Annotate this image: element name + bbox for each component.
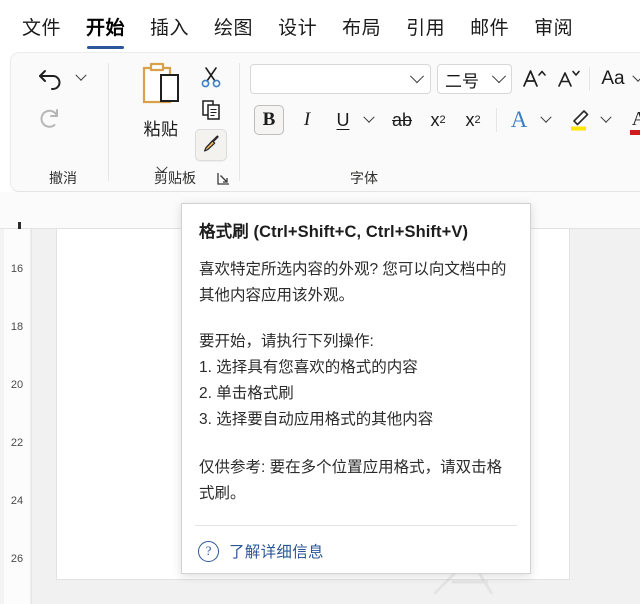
ribbon: 撤消 粘贴 剪贴板 二号 Aa B I U ab x 2 x 2 A A 字体 [10, 52, 640, 192]
chevron-down-icon [75, 69, 87, 81]
ribbon-tab-bar: 文件 开始 插入 绘图 设计 布局 引用 邮件 审阅 [0, 0, 640, 52]
tooltip-steps-intro: 要开始，请执行下列操作: [199, 333, 374, 350]
ribbon-group-font: 二号 Aa B I U ab x2 x 2 A A 字体 [241, 53, 640, 192]
tooltip-description: 喜欢特定所选内容的外观? 您可以向文档中的其他内容应用该外观。 [199, 261, 507, 304]
learn-more-label: 了解详细信息 [229, 544, 324, 561]
paste-button[interactable]: 粘贴 [122, 59, 200, 163]
group-divider [239, 63, 240, 181]
chevron-down-icon [632, 70, 640, 82]
undo-dropdown-button[interactable] [71, 67, 91, 89]
tooltip-note: 仅供参考: 要在多个位置应用格式，请双击格式刷。 [199, 459, 503, 502]
ruler-mark: 24 [10, 495, 24, 507]
tooltip-step: 2. 单击格式刷 [199, 385, 294, 402]
group-label-undo: 撤消 [49, 170, 77, 186]
underline-dropdown-button[interactable] [360, 111, 378, 129]
paintbrush-icon [203, 135, 219, 152]
strikethrough-button[interactable]: ab [387, 105, 417, 135]
redo-arrow-icon [40, 109, 58, 128]
superscript-index: 2 [474, 114, 481, 126]
font-color-button[interactable]: A [623, 105, 640, 139]
underline-button[interactable]: U [329, 105, 357, 135]
tab-home[interactable]: 开始 [86, 13, 125, 49]
group-label-font: 字体 [350, 170, 378, 186]
tab-draw[interactable]: 绘图 [214, 13, 253, 40]
tab-mailings[interactable]: 邮件 [470, 13, 509, 40]
highlighter-icon [571, 110, 589, 131]
tab-design[interactable]: 设计 [278, 13, 317, 40]
copy-button[interactable] [196, 95, 226, 125]
undo-button[interactable] [31, 61, 71, 97]
chevron-down-icon [540, 111, 552, 123]
toolbar-divider [496, 108, 497, 132]
ruler-mark: 22 [10, 437, 24, 449]
text-effects-button[interactable]: A [503, 105, 535, 135]
cut-button[interactable] [196, 62, 226, 92]
font-size-value: 二号 [445, 71, 479, 91]
font-name-input[interactable] [250, 64, 431, 94]
paste-label: 粘贴 [143, 120, 179, 139]
format-painter-tooltip: 格式刷 (Ctrl+Shift+C, Ctrl+Shift+V) 喜欢特定所选内… [181, 203, 531, 574]
tab-layout[interactable]: 布局 [342, 13, 381, 40]
tooltip-title: 格式刷 (Ctrl+Shift+C, Ctrl+Shift+V) [199, 223, 469, 241]
help-question-icon: ? [198, 540, 219, 562]
tab-file[interactable]: 文件 [22, 13, 61, 40]
text-effects-dropdown-button[interactable] [537, 111, 555, 129]
chevron-down-icon[interactable] [491, 69, 507, 84]
bold-button[interactable]: B [254, 105, 284, 135]
italic-button[interactable]: I [293, 105, 321, 135]
decrease-font-size-icon [558, 70, 580, 87]
font-color-swatch [629, 130, 640, 135]
ruler-mark: 20 [10, 379, 24, 391]
group-divider [108, 63, 109, 181]
ribbon-group-undo: 撤消 [17, 53, 109, 192]
subscript-base: x [430, 109, 440, 130]
subscript-button[interactable]: x2 [423, 105, 453, 135]
undo-arrow-icon [39, 70, 61, 90]
highlight-button[interactable] [563, 105, 595, 135]
format-painter-button[interactable] [195, 129, 227, 161]
change-case-button[interactable]: Aa [596, 64, 630, 94]
subscript-index: 2 [439, 114, 446, 126]
chevron-down-icon [363, 111, 375, 123]
toolbar-divider [589, 67, 590, 91]
ruler-mark: 16 [10, 263, 24, 275]
highlight-dropdown-button[interactable] [597, 111, 615, 129]
shrink-font-button[interactable] [553, 64, 583, 94]
chevron-down-icon[interactable] [409, 69, 425, 84]
scissors-icon [201, 67, 221, 88]
superscript-button[interactable]: x2 [458, 105, 488, 135]
ruler-mark: 18 [10, 321, 24, 333]
copy-icon [202, 100, 220, 120]
tooltip-divider [195, 525, 517, 526]
chevron-down-icon [600, 111, 612, 123]
increase-font-size-icon [523, 70, 546, 87]
change-case-dropdown-button[interactable] [630, 70, 640, 88]
grow-font-button[interactable] [519, 64, 549, 94]
redo-button[interactable] [31, 101, 71, 137]
font-color-letter: A [631, 108, 640, 130]
clipboard-icon [142, 62, 179, 104]
tooltip-steps-list: 1. 选择具有您喜欢的格式的内容 2. 单击格式刷 3. 选择要自动应用格式的其… [199, 355, 513, 433]
superscript-base: x [465, 109, 475, 130]
ruler-mark: 26 [10, 553, 24, 565]
tooltip-learn-more-link[interactable]: ? 了解详细信息 [198, 540, 324, 562]
tooltip-step: 1. 选择具有您喜欢的格式的内容 [199, 359, 418, 376]
font-size-input[interactable]: 二号 [437, 64, 512, 94]
vertical-ruler[interactable]: 16 18 20 22 24 26 [4, 229, 31, 604]
tooltip-step: 3. 选择要自动应用格式的其他内容 [199, 411, 434, 428]
tab-review[interactable]: 审阅 [534, 13, 573, 40]
tab-insert[interactable]: 插入 [150, 13, 189, 40]
tab-references[interactable]: 引用 [406, 13, 445, 40]
